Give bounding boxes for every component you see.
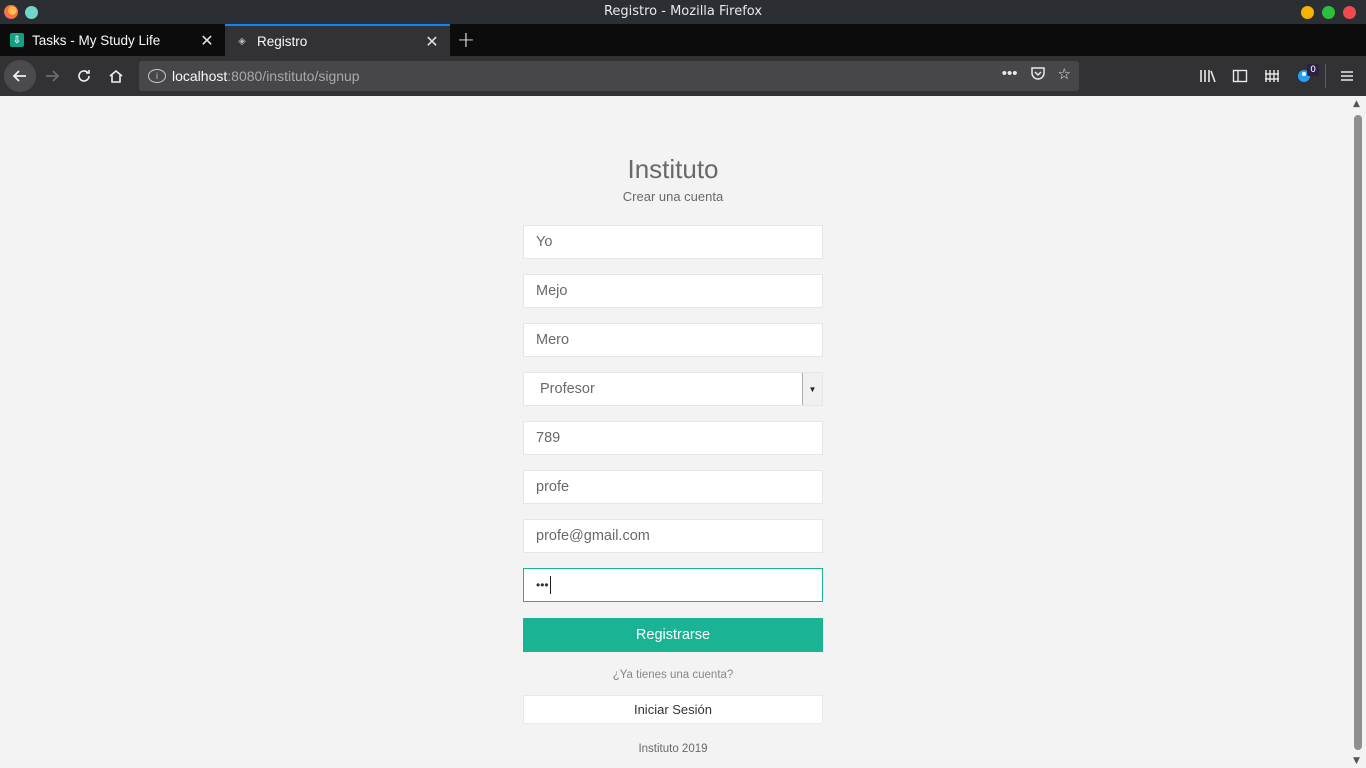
minimize-button[interactable] [1301,6,1314,19]
scroll-up-arrow-icon[interactable]: ▲ [1353,99,1360,109]
register-button[interactable]: Registrarse [523,618,823,652]
sidebar-icon[interactable] [1229,60,1251,92]
maximize-button[interactable] [1322,6,1335,19]
tab-label: Registro [257,33,308,49]
url-path: :8080/instituto/signup [227,68,360,84]
text-cursor [549,576,551,594]
back-arrow-icon [12,70,26,82]
url-host: localhost [172,68,228,84]
notifications-extension-icon[interactable]: 0 [1293,60,1319,92]
scroll-down-arrow-icon[interactable]: ▼ [1353,756,1360,766]
page-footer: Instituto 2019 [638,743,708,755]
have-account-text: ¿Ya tienes una cuenta? [612,669,734,681]
window-titlebar: Registro - Mozilla Firefox [0,0,1366,24]
window-title: Registro - Mozilla Firefox [603,4,763,19]
email-input[interactable]: profe@gmail.com [523,519,823,553]
page-actions-icon[interactable]: ••• [1002,65,1018,85]
notification-badge: 0 [1307,64,1319,76]
url-bar[interactable]: i localhost:8080/instituto/signup ••• ☆ [139,61,1079,91]
window-menu-dot-icon[interactable] [25,5,38,19]
site-info-icon[interactable]: i [148,69,166,83]
username-input[interactable]: profe [523,470,823,504]
user-type-value: Profesor [540,381,595,397]
home-icon [109,69,123,83]
bookmark-star-icon[interactable]: ☆ [1058,65,1071,85]
url-bar-actions: ••• ☆ [1002,65,1071,85]
signup-form: Instituto Crear una cuenta Yo Mejo Mero … [523,97,823,755]
tab-strip: ⇩ Tasks - My Study Life ✕ ◈ Registro ✕ + [0,24,1366,56]
menu-hamburger-icon[interactable] [1336,60,1358,92]
home-button[interactable] [100,60,132,92]
reload-button[interactable] [68,60,100,92]
number-input[interactable]: 789 [523,421,823,455]
study-life-favicon-icon: ⇩ [10,33,24,47]
library-icon[interactable] [1197,60,1219,92]
maternal-surname-input[interactable]: Mero [523,323,823,357]
forward-button[interactable] [36,60,68,92]
page-title: Instituto [627,154,719,184]
tab-registro[interactable]: ◈ Registro ✕ [225,24,450,56]
password-mask: ••• [536,578,549,592]
navigation-toolbar: i localhost:8080/instituto/signup ••• ☆ … [0,56,1366,96]
paternal-surname-input[interactable]: Mejo [523,274,823,308]
scrollbar-thumb[interactable] [1354,115,1362,750]
forward-arrow-icon [46,70,60,82]
close-window-button[interactable] [1343,6,1356,19]
tab-tasks[interactable]: ⇩ Tasks - My Study Life ✕ [0,24,225,56]
page-content: Instituto Crear una cuenta Yo Mejo Mero … [0,97,1350,768]
reload-icon [78,70,90,82]
vertical-scrollbar[interactable]: ▲ ▼ [1350,97,1366,768]
close-tab-icon[interactable]: ✕ [424,32,440,51]
new-tab-button[interactable]: + [450,24,482,56]
page-subtitle: Crear una cuenta [622,189,724,204]
window-controls [1301,6,1356,19]
first-name-input[interactable]: Yo [523,225,823,259]
user-type-select[interactable]: Profesor ▼ [523,372,823,406]
back-button[interactable] [4,60,36,92]
toolbar-separator [1325,64,1326,88]
firefox-logo-icon [4,5,18,19]
toolbar-right: 0 [1197,60,1366,92]
login-button[interactable]: Iniciar Sesión [523,695,823,724]
password-input[interactable]: ••• [523,568,823,602]
chevron-down-icon[interactable]: ▼ [802,373,822,405]
window-menu-area [4,5,38,19]
tab-label: Tasks - My Study Life [32,32,161,48]
page-favicon-icon: ◈ [238,35,246,47]
extension-fence-icon[interactable] [1261,60,1283,92]
pocket-icon[interactable] [1030,65,1046,85]
close-tab-icon[interactable]: ✕ [199,31,215,50]
